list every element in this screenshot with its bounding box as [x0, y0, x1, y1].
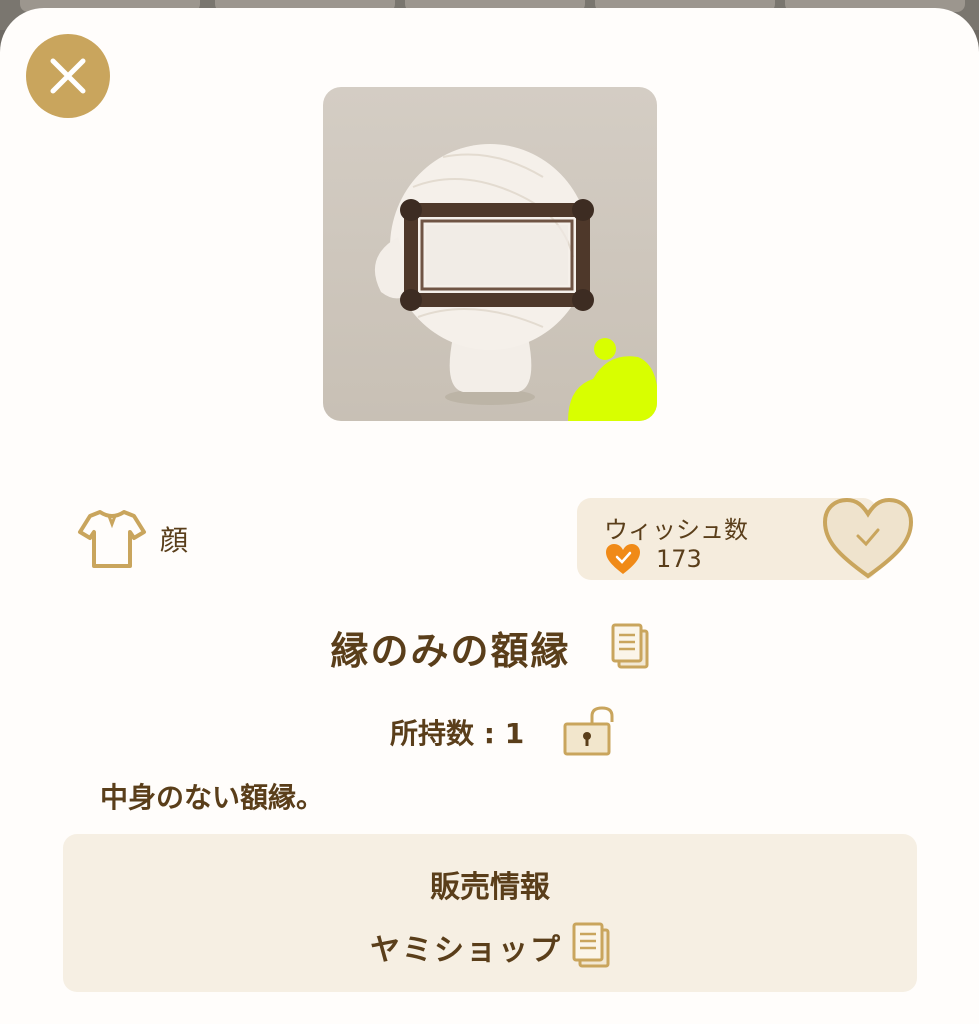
- wishlist-count: 173: [656, 545, 702, 573]
- wishlist-count-row: 173: [604, 542, 702, 576]
- item-description: 中身のない額縁。: [100, 781, 325, 814]
- copy-icon: [572, 922, 610, 968]
- sales-info-title: 販売情報: [430, 870, 550, 905]
- item-preview-image: [323, 87, 657, 421]
- item-name: 縁のみの額縁: [330, 629, 571, 673]
- item-category: 顔: [76, 508, 188, 570]
- close-button[interactable]: [26, 34, 110, 118]
- copy-name-button[interactable]: [611, 623, 649, 673]
- shirt-icon: [78, 510, 146, 568]
- heart-check-small-icon: [606, 544, 640, 574]
- category-label: 顔: [160, 524, 189, 557]
- owned-count: 所持数 : 1: [390, 717, 525, 750]
- sales-info-panel: 販売情報 ヤミショップ: [63, 834, 917, 992]
- shop-name-link[interactable]: ヤミショップ: [370, 925, 562, 969]
- owned-count-row: 所持数 : 1: [390, 706, 616, 758]
- add-to-wishlist-button[interactable]: [821, 496, 915, 580]
- unlocked-padlock-icon[interactable]: [562, 706, 616, 758]
- close-x-icon: [50, 58, 86, 94]
- heart-check-icon: [822, 497, 914, 579]
- wishlist-title: ウィッシュ数: [604, 516, 748, 544]
- item-detail-sheet: 顔 ウィッシュ数 173 縁のみの額縁 所持数 : 1 中身のない額縁。 販売情…: [0, 8, 979, 1024]
- item-name-row: 縁のみの額縁: [0, 620, 979, 675]
- copy-shop-button[interactable]: [572, 922, 610, 972]
- shop-row: ヤミショップ: [63, 922, 917, 972]
- copy-icon: [611, 623, 648, 668]
